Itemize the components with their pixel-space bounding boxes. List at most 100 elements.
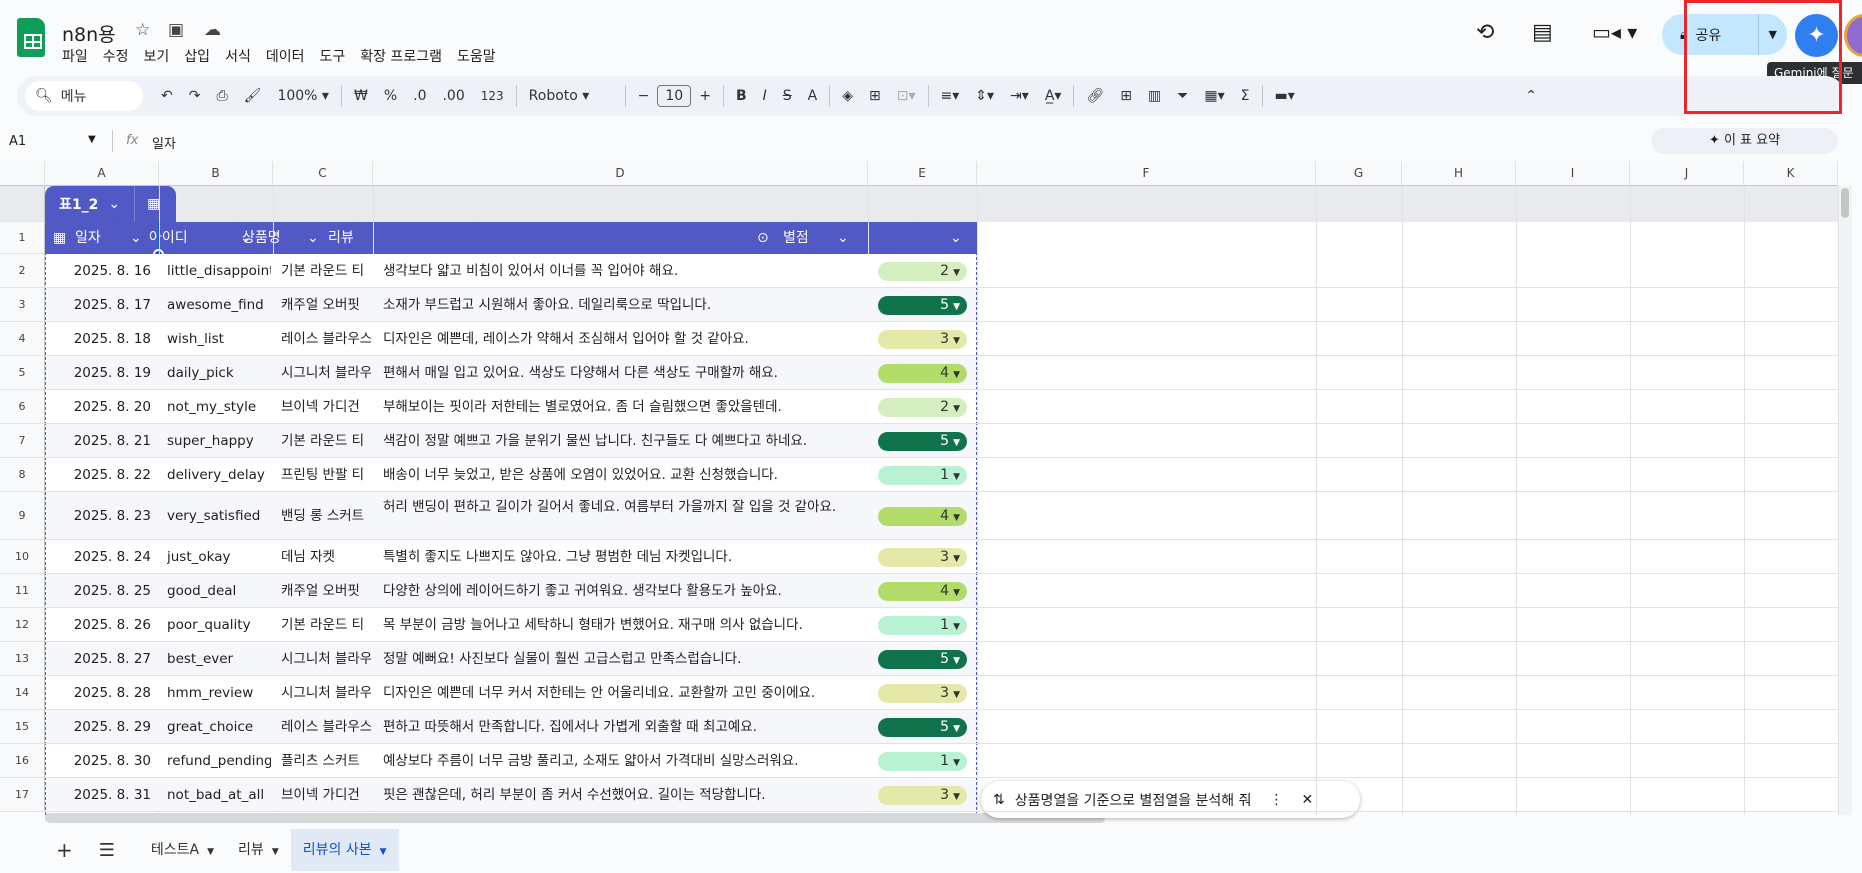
table-cell[interactable]: 밴딩 롱 스커트 (281, 492, 371, 540)
column-header-a[interactable]: A (45, 161, 159, 186)
comments-icon[interactable]: ▤ (1532, 20, 1553, 45)
table-cell[interactable]: 2025. 8. 16 (50, 254, 155, 288)
table-cell[interactable]: 2025. 8. 21 (50, 424, 155, 458)
table-cell[interactable]: 브이넥 가디건 (281, 778, 371, 812)
table-cell[interactable]: 브이넥 가디건 (281, 390, 371, 424)
rating-chip[interactable]: 5 ▼ (878, 431, 967, 451)
table-cell[interactable]: 특별히 좋지도 나쁘지도 않아요. 그냥 평범한 데님 자켓입니다. (383, 540, 863, 574)
font-size-input[interactable]: 10 (657, 85, 692, 107)
suggestion-text[interactable]: 상품명열을 기준으로 별점열을 분석해 줘 (1015, 790, 1252, 810)
table-name-tab[interactable]: 표1_2 ⌄ ▦ (45, 186, 176, 222)
table-cell[interactable]: just_okay (167, 540, 271, 574)
table-cell[interactable]: 2025. 8. 25 (50, 574, 155, 608)
dropdown-arrow-icon[interactable]: ▼ (207, 847, 214, 857)
column-header-b[interactable]: B (159, 161, 273, 186)
row-header[interactable]: 2 (0, 254, 45, 288)
table-cell[interactable]: best_ever (167, 642, 271, 676)
table-cell[interactable]: 색감이 정말 예쁘고 가을 분위기 물씬 납니다. 친구들도 다 예쁘다고 하네… (383, 424, 863, 458)
table-cell[interactable]: 2025. 8. 28 (50, 676, 155, 710)
formula-input[interactable]: 일자 (152, 133, 176, 152)
dropdown-arrow-icon[interactable]: ▼ (272, 847, 279, 857)
table-cell[interactable]: not_bad_at_all (167, 778, 271, 812)
column-header-k[interactable]: K (1744, 161, 1838, 186)
text-color-button[interactable]: A (800, 88, 826, 104)
rating-chip[interactable]: 4 ▼ (878, 363, 967, 383)
gemini-button[interactable]: ✦ (1795, 14, 1838, 57)
table-cell[interactable]: refund_pending (167, 744, 271, 778)
share-button[interactable]: 🔒︎ 공유 ▼ (1662, 14, 1787, 55)
collapse-menu-icon[interactable]: ⌃ (1517, 88, 1545, 104)
table-cell[interactable]: 2025. 8. 18 (50, 322, 155, 356)
avatar[interactable] (1844, 14, 1862, 57)
select-all-corner[interactable] (0, 161, 45, 186)
font-size-increase-button[interactable]: + (691, 88, 719, 104)
menu-item[interactable]: 삽입 (184, 46, 210, 66)
rating-chip[interactable]: 3 ▼ (878, 547, 967, 567)
row-header[interactable]: 4 (0, 322, 45, 356)
table-cell[interactable]: 2025. 8. 30 (50, 744, 155, 778)
cloud-saved-icon[interactable]: ☁ (204, 20, 221, 40)
sheet-tab[interactable]: 리뷰 ▼ (226, 829, 291, 871)
summarize-table-button[interactable]: ✦ 이 표 요약 (1651, 128, 1838, 154)
vertical-align-icon[interactable]: ⇕▾ (967, 88, 1002, 104)
table-cell[interactable]: poor_quality (167, 608, 271, 642)
row-header[interactable]: 8 (0, 458, 45, 492)
table-cell[interactable]: 기본 라운드 티 (281, 424, 371, 458)
filter-icon[interactable]: ⏷ (1169, 88, 1196, 104)
table-cell[interactable]: 핏은 괜찮은데, 허리 부분이 좀 커서 수선했어요. 길이는 적당합니다. (383, 778, 863, 812)
column-header-c[interactable]: C (273, 161, 373, 186)
rating-chip[interactable]: 1 ▼ (878, 751, 967, 771)
row-header[interactable]: 17 (0, 778, 45, 812)
functions-icon[interactable]: Σ (1233, 88, 1258, 104)
table-cell[interactable]: not_my_style (167, 390, 271, 424)
more-options-icon[interactable]: ⋮ (1270, 792, 1284, 808)
table-cell[interactable]: 레이스 블라우스 (281, 322, 371, 356)
link-icon[interactable]: 🔗︎ (1078, 88, 1112, 104)
table-cell[interactable]: good_deal (167, 574, 271, 608)
rating-chip[interactable]: 1 ▼ (878, 615, 967, 635)
rating-chip[interactable]: 2 ▼ (878, 261, 967, 281)
chevron-down-icon[interactable]: ⌄ (307, 222, 319, 254)
menu-item[interactable]: 데이터 (266, 46, 305, 66)
row-header[interactable]: 12 (0, 608, 45, 642)
row-header[interactable]: 5 (0, 356, 45, 390)
sheet-tab[interactable]: 테스트A ▼ (139, 829, 226, 871)
table-cell[interactable]: 예상보다 주름이 너무 금방 풀리고, 소재도 얇아서 가격대비 실망스러워요. (383, 744, 863, 778)
filter-views-icon[interactable]: ▦▾ (1196, 88, 1232, 104)
row-header[interactable]: 13 (0, 642, 45, 676)
table-cell[interactable]: 목 부분이 금방 늘어나고 세탁하니 형태가 변했어요. 재구매 의사 없습니다… (383, 608, 863, 642)
text-rotation-icon[interactable]: A̲▾ (1037, 88, 1070, 104)
merge-cells-icon[interactable]: ⊡▾ (889, 88, 924, 104)
dropdown-arrow-icon[interactable]: ▼ (380, 847, 387, 857)
percent-format-button[interactable]: % (376, 88, 405, 104)
table-cell[interactable]: 시그니처 블라우스 (281, 676, 371, 710)
chevron-down-icon[interactable]: ⌄ (950, 222, 962, 254)
rating-chip[interactable]: 3 ▼ (878, 329, 967, 349)
table-cell[interactable]: 2025. 8. 27 (50, 642, 155, 676)
table-cell[interactable]: 2025. 8. 29 (50, 710, 155, 744)
column-header-h[interactable]: H (1402, 161, 1516, 186)
rating-chip[interactable]: 4 ▼ (878, 506, 967, 526)
table-cell[interactable]: 2025. 8. 20 (50, 390, 155, 424)
bold-button[interactable]: B (728, 88, 755, 104)
table-cell[interactable]: 편하고 따뜻해서 만족합니다. 집에서나 가볍게 외출할 때 최고예요. (383, 710, 863, 744)
rating-chip[interactable]: 5 ▼ (878, 295, 967, 315)
move-folder-icon[interactable]: ▣ (168, 20, 184, 40)
row-header[interactable]: 11 (0, 574, 45, 608)
add-sheet-icon[interactable]: + (56, 838, 73, 862)
table-cell[interactable]: 캐주얼 오버핏 (281, 574, 371, 608)
redo-icon[interactable]: ↷ (181, 88, 209, 104)
column-header-j[interactable]: J (1630, 161, 1744, 186)
table-cell[interactable]: 2025. 8. 17 (50, 288, 155, 322)
meet-icon[interactable]: ▭◂ ▾ (1592, 20, 1637, 44)
document-title[interactable]: n8n용 (62, 20, 116, 47)
chevron-down-icon[interactable]: ⌄ (240, 222, 252, 254)
name-box-dropdown-icon[interactable]: ▼ (88, 134, 96, 145)
row-header[interactable]: 1 (0, 222, 45, 254)
italic-button[interactable]: I (755, 88, 775, 104)
table-cell[interactable]: 2025. 8. 26 (50, 608, 155, 642)
table-cell[interactable]: 편해서 매일 입고 있어요. 색상도 다양해서 다른 색상도 구매할까 해요. (383, 356, 863, 390)
horizontal-scrollbar[interactable] (45, 813, 1105, 823)
table-cell[interactable]: 허리 밴딩이 편하고 길이가 길어서 좋네요. 여름부터 가을까지 잘 입을 것… (383, 492, 863, 540)
horizontal-align-icon[interactable]: ≡▾ (933, 88, 968, 104)
